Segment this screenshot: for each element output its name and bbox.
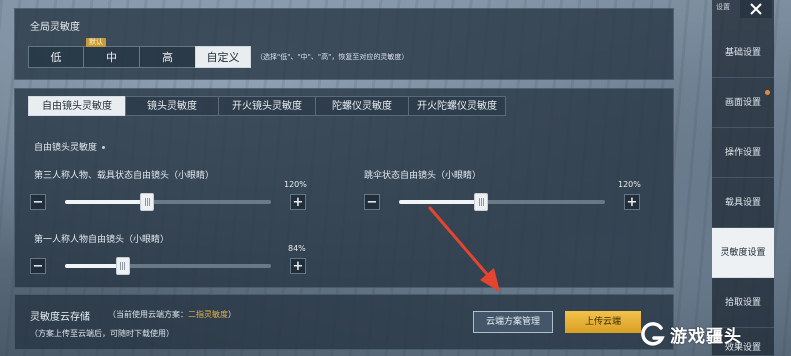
tab-free-look[interactable]: 自由镜头灵敏度 <box>28 96 126 116</box>
slider-parachute-track[interactable] <box>399 193 605 211</box>
preset-hint: （选择"低"、"中"、"高"，恢复至对应的灵敏度） <box>256 53 409 61</box>
tab-gyroscope[interactable]: 陀螺仪灵敏度 <box>315 96 409 116</box>
slider-third-person-track[interactable] <box>65 193 271 211</box>
sensitivity-tabs: 自由镜头灵敏度 镜头灵敏度 开火镜头灵敏度 陀螺仪灵敏度 开火陀螺仪灵敏度 <box>28 96 506 116</box>
slider-third-person-minus-button[interactable]: − <box>30 194 46 210</box>
free-look-section-title: 自由镜头灵敏度 <box>34 140 106 153</box>
info-dot-icon <box>102 146 106 149</box>
sidebar-item-controls[interactable]: 操作设置 <box>712 128 774 178</box>
preset-medium-label: 中 <box>106 51 117 64</box>
preset-segmented-control: 低 默认中 高 自定义 <box>28 38 251 68</box>
free-look-title-text: 自由镜头灵敏度 <box>34 143 98 153</box>
slider-third-person-thumb[interactable] <box>140 193 155 211</box>
sidebar-item-graphics-label: 画面设置 <box>724 98 761 108</box>
slider-parachute-value: 120% <box>618 180 641 189</box>
slider-first-person-plus-button[interactable]: + <box>290 258 306 274</box>
cloud-scheme-suffix: ） <box>228 310 236 319</box>
slider-third-person-fill <box>65 200 148 204</box>
sidebar-item-sensitivity[interactable]: 灵敏度设置 <box>712 228 774 278</box>
tab-fire-gyroscope[interactable]: 开火陀螺仪灵敏度 <box>408 96 506 116</box>
preset-low-label: 低 <box>50 51 62 64</box>
slider-first-person-value: 84% <box>288 244 306 253</box>
slider-first-person-minus-button[interactable]: − <box>30 258 46 274</box>
global-sensitivity-title: 全局灵敏度 <box>30 22 80 33</box>
watermark-text: 游戏疆头 <box>670 326 742 347</box>
preset-custom-button[interactable]: 自定义 <box>195 46 251 68</box>
default-tag: 默认 <box>86 38 106 47</box>
preset-high-button[interactable]: 高 <box>139 46 196 68</box>
preset-high-label: 高 <box>162 51 173 64</box>
cloud-storage-note: （方案上传至云端后，可随时下载使用） <box>30 329 174 338</box>
preset-custom-label: 自定义 <box>206 51 240 64</box>
sidebar-item-basic[interactable]: 基础设置 <box>712 28 774 78</box>
tab-fire-camera[interactable]: 开火镜头灵敏度 <box>218 96 316 116</box>
upload-cloud-button[interactable]: 上传云端 <box>565 311 641 333</box>
global-sensitivity-panel <box>14 8 674 80</box>
close-icon <box>750 3 762 15</box>
tab-camera[interactable]: 镜头灵敏度 <box>125 96 219 116</box>
watermark: 游戏疆头 <box>640 318 790 350</box>
slider-parachute-label: 跳伞状态自由镜头（小眼睛） <box>364 171 482 181</box>
sidebar-item-vehicle[interactable]: 载具设置 <box>712 178 774 228</box>
slider-first-person-thumb[interactable] <box>115 257 130 275</box>
cloud-scheme-name: 二指灵敏度 <box>188 310 228 319</box>
cloud-current-scheme: （当前使用云端方案：二指灵敏度） <box>108 309 236 320</box>
cloud-storage-title: 灵敏度云存储 <box>30 312 90 323</box>
cloud-scheme-manage-button[interactable]: 云端方案管理 <box>473 311 553 333</box>
slider-parachute-plus-button[interactable]: + <box>624 194 640 210</box>
preset-low-button[interactable]: 低 <box>28 46 84 68</box>
slider-first-person-label: 第一人称人物自由镜头（小眼睛） <box>34 235 170 245</box>
slider-third-person-label: 第三人称人物、载具状态自由镜头（小眼睛） <box>34 171 215 181</box>
sidebar-item-graphics[interactable]: 画面设置 <box>712 78 774 128</box>
slider-first-person-fill <box>65 264 123 268</box>
slider-first-person-track[interactable] <box>65 257 271 275</box>
slider-third-person-plus-button[interactable]: + <box>290 194 306 210</box>
slider-parachute-fill <box>399 200 482 204</box>
cloud-scheme-prefix: （当前使用云端方案： <box>108 310 188 319</box>
slider-parachute-thumb[interactable] <box>474 193 489 211</box>
sensitivity-detail-panel <box>14 88 674 288</box>
watermark-logo-icon <box>641 322 665 346</box>
notification-dot-icon <box>765 90 770 95</box>
slider-parachute-minus-button[interactable]: − <box>364 194 380 210</box>
settings-top-label: 设置 <box>716 3 730 11</box>
preset-medium-button[interactable]: 默认中 <box>83 38 140 68</box>
slider-third-person-value: 120% <box>284 180 307 189</box>
close-button[interactable] <box>740 0 772 18</box>
